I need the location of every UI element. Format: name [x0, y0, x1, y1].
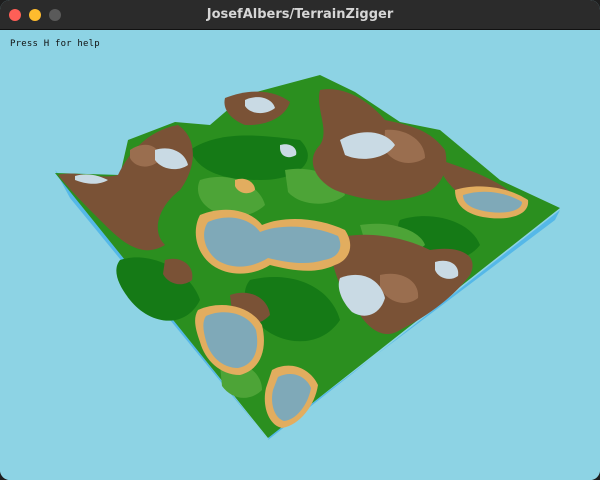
lake [272, 374, 311, 421]
title-bar[interactable]: JosefAlbers/TerrainZigger [0, 0, 600, 30]
app-window: JosefAlbers/TerrainZigger Press H for he… [0, 0, 600, 480]
terrain-mesh[interactable] [0, 30, 600, 480]
window-title: JosefAlbers/TerrainZigger [206, 7, 394, 22]
terrain-viewport[interactable]: Press H for help [0, 30, 600, 480]
